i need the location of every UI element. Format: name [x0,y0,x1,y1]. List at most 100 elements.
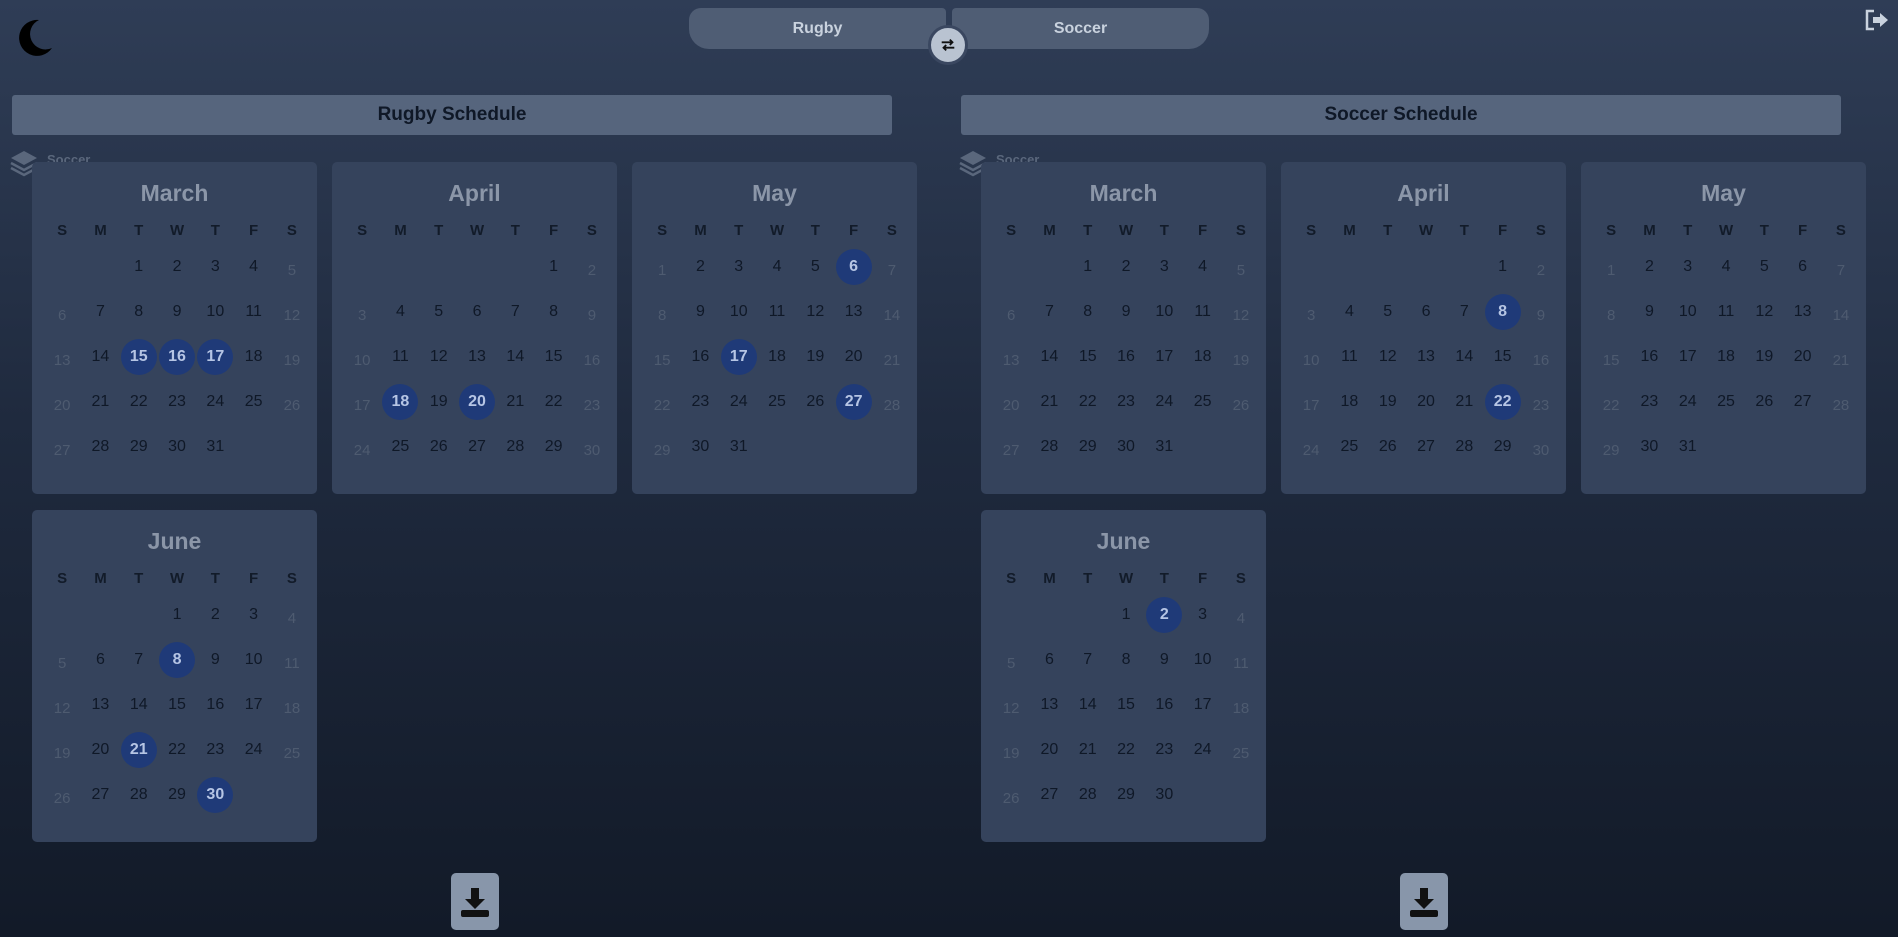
calendar-day[interactable]: 17 [234,682,272,727]
calendar-day[interactable]: 18 [381,379,419,424]
calendar-day[interactable]: 1 [1069,244,1107,289]
calendar-day[interactable]: 16 [1630,334,1668,379]
calendar-day[interactable]: 8 [158,637,196,682]
calendar-day[interactable]: 13 [43,334,81,379]
calendar-day[interactable]: 19 [796,334,834,379]
calendar-day[interactable]: 1 [1483,244,1521,289]
calendar-day[interactable]: 24 [1183,727,1221,772]
calendar-day[interactable]: 5 [43,637,81,682]
calendar-day[interactable]: 3 [343,289,381,334]
tab-rugby[interactable]: Rugby [689,8,946,49]
calendar-day[interactable]: 20 [834,334,872,379]
calendar-day[interactable]: 13 [1783,289,1821,334]
calendar-day[interactable]: 21 [1030,379,1068,424]
calendar-day[interactable]: 30 [196,772,234,817]
calendar-day[interactable]: 26 [1745,379,1783,424]
calendar-day[interactable]: 31 [196,424,234,469]
calendar-day[interactable]: 23 [196,727,234,772]
calendar-day[interactable]: 18 [273,682,311,727]
calendar-day[interactable]: 28 [1030,424,1068,469]
calendar-day[interactable]: 2 [681,244,719,289]
calendar-day[interactable]: 16 [196,682,234,727]
calendar-day[interactable]: 12 [796,289,834,334]
calendar-day[interactable]: 11 [758,289,796,334]
calendar-day[interactable]: 20 [81,727,119,772]
calendar-day[interactable]: 15 [120,334,158,379]
calendar-day[interactable]: 22 [1483,379,1521,424]
calendar-day[interactable]: 11 [381,334,419,379]
calendar-day[interactable]: 9 [573,289,611,334]
calendar-day[interactable]: 1 [643,244,681,289]
calendar-day[interactable]: 29 [158,772,196,817]
calendar-day[interactable]: 27 [458,424,496,469]
calendar-day[interactable]: 11 [234,289,272,334]
calendar-day[interactable]: 5 [796,244,834,289]
calendar-day[interactable]: 24 [343,424,381,469]
calendar-day[interactable]: 23 [1145,727,1183,772]
calendar-day[interactable]: 5 [992,637,1030,682]
calendar-day[interactable]: 14 [81,334,119,379]
calendar-day[interactable]: 17 [720,334,758,379]
calendar-day[interactable]: 22 [120,379,158,424]
calendar-day[interactable]: 17 [1183,682,1221,727]
logout-icon[interactable] [1864,9,1890,31]
calendar-day[interactable]: 26 [1369,424,1407,469]
calendar-day[interactable]: 28 [1445,424,1483,469]
calendar-day[interactable]: 6 [834,244,872,289]
calendar-day[interactable]: 20 [43,379,81,424]
calendar-day[interactable]: 9 [196,637,234,682]
calendar-day[interactable]: 8 [643,289,681,334]
calendar-day[interactable]: 26 [1222,379,1260,424]
calendar-day[interactable]: 22 [643,379,681,424]
calendar-day[interactable]: 26 [796,379,834,424]
calendar-day[interactable]: 28 [1822,379,1860,424]
calendar-day[interactable]: 22 [1069,379,1107,424]
calendar-day[interactable]: 19 [1222,334,1260,379]
calendar-day[interactable]: 19 [992,727,1030,772]
calendar-day[interactable]: 30 [1522,424,1560,469]
calendar-day[interactable]: 22 [158,727,196,772]
calendar-day[interactable]: 3 [1183,592,1221,637]
calendar-day[interactable]: 18 [1222,682,1260,727]
calendar-day[interactable]: 7 [120,637,158,682]
calendar-day[interactable]: 9 [1630,289,1668,334]
calendar-day[interactable]: 7 [1030,289,1068,334]
moon-icon[interactable] [14,18,54,58]
calendar-day[interactable]: 24 [234,727,272,772]
calendar-day[interactable]: 25 [381,424,419,469]
calendar-day[interactable]: 8 [1592,289,1630,334]
calendar-day[interactable]: 20 [1407,379,1445,424]
calendar-day[interactable]: 27 [81,772,119,817]
calendar-day[interactable]: 14 [873,289,911,334]
calendar-day[interactable]: 13 [81,682,119,727]
calendar-day[interactable]: 13 [458,334,496,379]
calendar-day[interactable]: 29 [120,424,158,469]
calendar-day[interactable]: 25 [273,727,311,772]
download-button-soccer[interactable] [1400,873,1448,930]
calendar-day[interactable]: 3 [1145,244,1183,289]
calendar-day[interactable]: 9 [1145,637,1183,682]
calendar-day[interactable]: 4 [1707,244,1745,289]
calendar-day[interactable]: 17 [196,334,234,379]
calendar-day[interactable]: 15 [1592,334,1630,379]
calendar-day[interactable]: 30 [1145,772,1183,817]
calendar-day[interactable]: 27 [43,424,81,469]
calendar-day[interactable]: 5 [1369,289,1407,334]
calendar-day[interactable]: 14 [496,334,534,379]
calendar-day[interactable]: 1 [1592,244,1630,289]
calendar-day[interactable]: 15 [643,334,681,379]
calendar-day[interactable]: 10 [234,637,272,682]
calendar-day[interactable]: 12 [273,289,311,334]
calendar-day[interactable]: 26 [420,424,458,469]
calendar-day[interactable]: 29 [643,424,681,469]
calendar-day[interactable]: 2 [158,244,196,289]
calendar-day[interactable]: 25 [1183,379,1221,424]
calendar-day[interactable]: 30 [158,424,196,469]
calendar-day[interactable]: 20 [992,379,1030,424]
calendar-day[interactable]: 19 [420,379,458,424]
calendar-day[interactable]: 3 [1669,244,1707,289]
calendar-day[interactable]: 28 [873,379,911,424]
calendar-day[interactable]: 10 [343,334,381,379]
calendar-day[interactable]: 23 [158,379,196,424]
calendar-day[interactable]: 23 [1630,379,1668,424]
